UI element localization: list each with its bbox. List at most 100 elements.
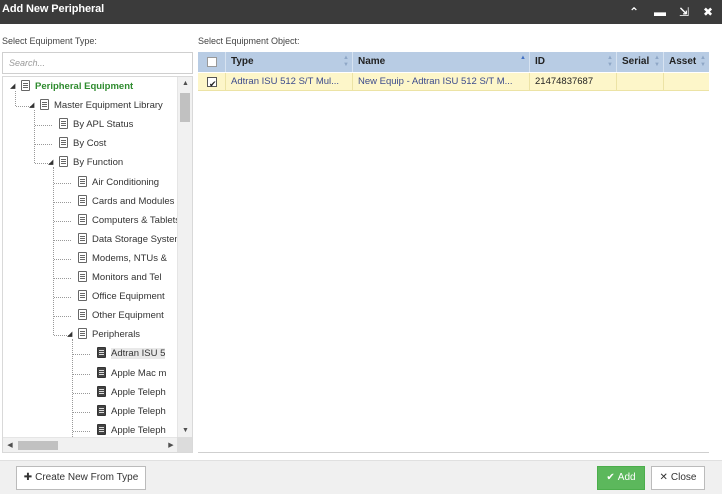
grid-bottom-border: [198, 452, 709, 453]
cell-name: New Equip - Adtran ISU 512 S/T M...: [353, 73, 530, 91]
tree-node[interactable]: By Cost: [59, 136, 106, 152]
row-select-cell[interactable]: [198, 73, 226, 91]
column-header-name[interactable]: Name ▲: [353, 52, 530, 72]
column-header-type-label: Type: [231, 56, 254, 67]
tree-node[interactable]: Peripherals: [78, 327, 140, 343]
tree-connector: [54, 182, 71, 184]
tree-vertical-scrollbar[interactable]: ▲ ▼: [177, 77, 192, 438]
scroll-right-icon[interactable]: ▶: [164, 438, 178, 452]
cell-id: 21474837687: [530, 73, 617, 91]
document-icon: [78, 194, 87, 206]
close-button[interactable]: ✕ Close: [651, 466, 705, 490]
tree-node[interactable]: Modems, NTUs &: [78, 251, 167, 267]
document-icon: [59, 137, 68, 149]
tree-node-label: Apple Mac m: [111, 367, 167, 379]
expand-toggle-icon[interactable]: ◢: [48, 158, 53, 166]
sort-ascending-icon: ▲: [520, 55, 526, 61]
tree-node[interactable]: By Function: [59, 155, 123, 171]
add-button[interactable]: ✔ Add: [597, 466, 645, 490]
scroll-thumb[interactable]: [180, 93, 190, 122]
tree-connector: [54, 278, 71, 279]
sort-icon: ▲ ▼: [607, 55, 613, 68]
tree-node[interactable]: Peripheral Equipment: [21, 79, 133, 95]
tree-connector: [54, 239, 71, 241]
search-input[interactable]: [2, 52, 193, 74]
column-header-asset[interactable]: Asset ▲ ▼: [664, 52, 709, 72]
minimize-icon[interactable]: ▬: [653, 5, 667, 19]
column-header-asset-label: Asset: [669, 56, 697, 67]
document-icon: [78, 328, 87, 340]
tree-node[interactable]: Computers & Tablets: [78, 213, 178, 229]
plus-icon: ✚: [23, 472, 33, 483]
tree-node-label: Peripheral Equipment: [35, 81, 134, 92]
document-icon: [78, 232, 87, 244]
tree-connector: [54, 316, 71, 318]
table-row[interactable]: Adtran ISU 512 S/T Mul... New Equip - Ad…: [198, 73, 709, 91]
tree-node-label: By Cost: [73, 138, 107, 150]
select-all-checkbox[interactable]: [207, 57, 217, 67]
grid-header: Type ▲ ▼ Name ▲ ID ▲ ▼ Serial ▲ ▼ Asset ▲ ▼: [198, 52, 709, 72]
expand-icon[interactable]: ⇲: [677, 5, 691, 19]
document-icon: [97, 366, 106, 378]
document-icon: [78, 175, 87, 187]
close-icon[interactable]: ✖: [701, 5, 715, 19]
sort-icon: ▲ ▼: [700, 55, 706, 68]
expand-toggle-icon[interactable]: ◢: [10, 82, 15, 90]
tree-node[interactable]: Office Equipment: [78, 289, 165, 305]
document-icon: [78, 213, 87, 225]
chevron-up-icon[interactable]: ⌃: [627, 5, 641, 19]
tree-connector: [73, 354, 90, 356]
add-button-label: Add: [617, 472, 636, 483]
header-select-all[interactable]: [198, 52, 226, 72]
row-checkbox[interactable]: [207, 75, 217, 91]
document-icon: [59, 118, 68, 130]
tree-node[interactable]: Apple Mac m: [97, 366, 166, 382]
tree-node[interactable]: Master Equipment Library: [40, 98, 163, 114]
document-icon: [97, 404, 106, 416]
create-new-from-type-button[interactable]: ✚ Create New From Type: [16, 466, 146, 490]
tree-node-label: Master Equipment Library: [54, 100, 163, 112]
scroll-up-icon[interactable]: ▲: [178, 77, 192, 91]
column-header-id-label: ID: [535, 56, 545, 67]
tree-node-label: Apple Teleph: [111, 405, 166, 417]
tree-node[interactable]: Other Equipment: [78, 308, 164, 324]
checkmark-icon: ✔: [606, 472, 615, 483]
equipment-object-label: Select Equipment Object:: [198, 36, 300, 46]
document-icon: [97, 385, 106, 397]
tree-node[interactable]: Apple Teleph: [97, 423, 166, 438]
document-icon: [78, 309, 87, 321]
create-button-label: Create New From Type: [35, 472, 139, 483]
tree-node[interactable]: Monitors and Tel: [78, 270, 162, 286]
tree-node[interactable]: By APL Status: [59, 117, 133, 133]
tree-node[interactable]: Apple Teleph: [97, 404, 166, 420]
tree-node[interactable]: Data Storage Systems: [78, 232, 178, 248]
close-x-icon: ✕: [659, 472, 668, 483]
tree-node-label: Apple Teleph: [111, 386, 166, 398]
cell-serial: [617, 73, 664, 91]
document-icon: [40, 99, 49, 111]
tree-node[interactable]: Air Conditioning: [78, 175, 159, 191]
scroll-thumb-horizontal[interactable]: [18, 441, 58, 450]
scroll-left-icon[interactable]: ◀: [3, 438, 17, 452]
tree-node[interactable]: Apple Teleph: [97, 385, 166, 401]
scroll-down-icon[interactable]: ▼: [178, 424, 192, 438]
expand-toggle-icon[interactable]: ◢: [67, 330, 72, 338]
tree-horizontal-scrollbar[interactable]: ◀ ▶: [3, 437, 178, 452]
expand-toggle-icon[interactable]: ◢: [29, 101, 34, 109]
tree-node-label: Modems, NTUs &: [92, 252, 167, 264]
tree-node[interactable]: Cards and Modules: [78, 194, 174, 210]
column-header-id[interactable]: ID ▲ ▼: [530, 52, 617, 72]
tree-connector: [54, 201, 71, 203]
tree-node-label: Office Equipment: [92, 291, 165, 303]
column-header-type[interactable]: Type ▲ ▼: [226, 52, 353, 72]
tree-connector: [73, 373, 90, 375]
tree-guide-line: [15, 91, 16, 107]
sort-icon: ▲ ▼: [343, 55, 349, 68]
scrollbar-corner: [177, 437, 192, 452]
tree-node[interactable]: Adtran ISU 5: [97, 346, 166, 362]
tree-node-label: By Function: [73, 157, 124, 169]
cell-asset: [664, 73, 709, 91]
tree-node-label: Computers & Tablets: [92, 214, 178, 226]
tree-connector: [54, 258, 71, 260]
column-header-serial[interactable]: Serial ▲ ▼: [617, 52, 664, 72]
